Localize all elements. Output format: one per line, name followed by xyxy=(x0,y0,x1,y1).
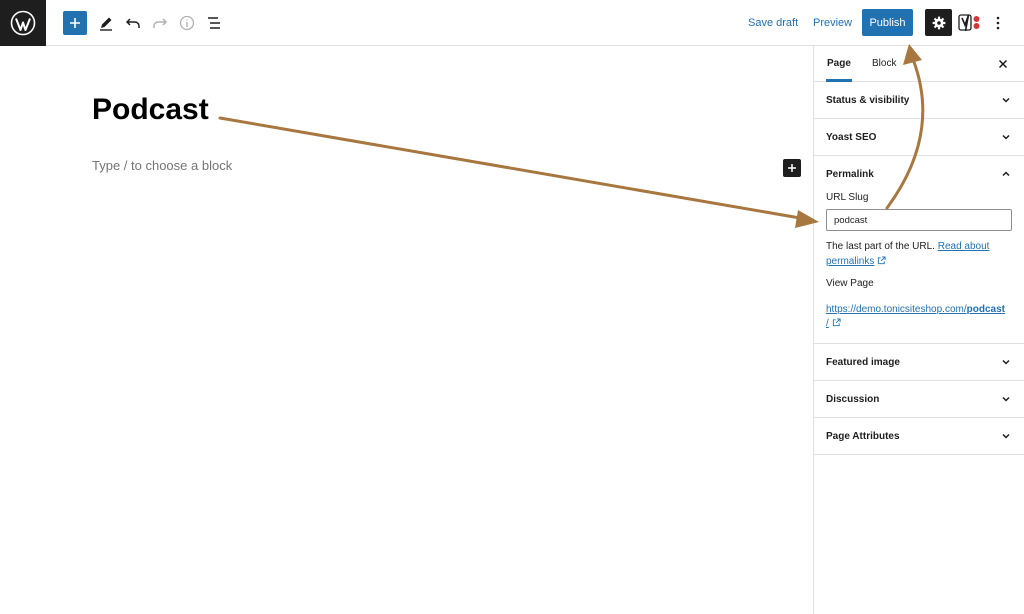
link-tail: / xyxy=(826,318,829,329)
preview-button[interactable]: Preview xyxy=(813,17,852,29)
view-page-label: View Page xyxy=(826,278,874,289)
gear-icon xyxy=(932,16,945,29)
details-button[interactable] xyxy=(175,11,199,35)
help-text: The last part of the URL. xyxy=(826,241,935,252)
panel-toggle[interactable]: Status & visibility xyxy=(814,82,1024,118)
chevron-up-icon xyxy=(1002,171,1010,177)
redo-icon xyxy=(153,18,168,28)
info-icon xyxy=(179,15,195,31)
chevron-down-icon xyxy=(1002,134,1010,140)
panel-title: Featured image xyxy=(826,356,900,368)
arrow-title-to-slug xyxy=(218,116,802,220)
url-slug-input[interactable] xyxy=(826,209,1012,231)
panel-toggle[interactable]: Permalink xyxy=(814,156,1024,192)
view-page-link[interactable]: https://demo.tonicsiteshop.com/podcast / xyxy=(826,303,1012,331)
plus-icon xyxy=(788,164,796,172)
kebab-icon xyxy=(996,16,1000,30)
undo-button[interactable] xyxy=(121,11,145,35)
list-view-button[interactable] xyxy=(202,11,226,35)
settings-sidebar: Page Block Status & visibility Yoast SEO… xyxy=(813,46,1024,614)
tools-button[interactable] xyxy=(94,11,118,35)
permalink-body: URL Slug The last part of the URL. Read … xyxy=(814,192,1024,343)
tab-block[interactable]: Block xyxy=(872,46,896,82)
tab-page[interactable]: Page xyxy=(826,46,852,82)
save-draft-wrap: Save draft xyxy=(748,0,798,46)
panel-yoast-seo: Yoast SEO xyxy=(814,119,1024,156)
panel-toggle[interactable]: Discussion xyxy=(814,381,1024,417)
yoast-button[interactable] xyxy=(958,12,982,34)
external-link-icon xyxy=(878,256,886,265)
chevron-down-icon xyxy=(1002,97,1010,103)
panel-title: Permalink xyxy=(826,168,874,180)
post-title[interactable]: Podcast xyxy=(92,93,209,127)
wordpress-logo-icon[interactable] xyxy=(0,0,46,46)
list-view-icon xyxy=(208,17,220,29)
panel-permalink: Permalink URL Slug The last part of the … xyxy=(814,156,1024,344)
panel-toggle[interactable]: Page Attributes xyxy=(814,418,1024,454)
link-base: https://demo.tonicsiteshop.com/ xyxy=(826,304,967,315)
chevron-down-icon xyxy=(1002,359,1010,365)
chevron-down-icon xyxy=(1002,396,1010,402)
permalink-help: The last part of the URL. Read about per… xyxy=(826,239,1012,269)
panel-toggle[interactable]: Yoast SEO xyxy=(814,119,1024,155)
plus-icon xyxy=(70,18,80,28)
add-block-button[interactable] xyxy=(63,11,87,35)
options-button[interactable] xyxy=(988,12,1008,34)
panel-title: Yoast SEO xyxy=(826,131,877,143)
save-draft-button[interactable]: Save draft xyxy=(748,17,798,29)
inline-add-block-button[interactable] xyxy=(783,159,801,177)
panel-status-visibility: Status & visibility xyxy=(814,82,1024,119)
panel-toggle[interactable]: Featured image xyxy=(814,344,1024,380)
panel-page-attributes: Page Attributes xyxy=(814,418,1024,455)
yoast-icon xyxy=(958,14,980,32)
redo-button[interactable] xyxy=(148,11,172,35)
panel-title: Discussion xyxy=(826,393,880,405)
preview-wrap: Preview xyxy=(813,0,852,46)
close-icon[interactable] xyxy=(996,57,1010,71)
panel-featured-image: Featured image xyxy=(814,344,1024,381)
external-link-icon xyxy=(832,318,841,327)
url-slug-label: URL Slug xyxy=(826,192,869,203)
block-placeholder[interactable]: Type / to choose a block xyxy=(92,158,232,173)
panel-title: Page Attributes xyxy=(826,430,900,442)
link-slug: podcast xyxy=(966,304,1005,315)
editor-header: Save draft Preview Publish xyxy=(0,0,1024,46)
publish-button[interactable]: Publish xyxy=(862,9,913,36)
panel-discussion: Discussion xyxy=(814,381,1024,418)
chevron-down-icon xyxy=(1002,433,1010,439)
sidebar-tabs: Page Block xyxy=(814,46,1024,82)
panel-title: Status & visibility xyxy=(826,94,910,106)
pencil-icon xyxy=(100,17,112,31)
undo-icon xyxy=(125,18,140,28)
settings-button[interactable] xyxy=(925,9,952,36)
